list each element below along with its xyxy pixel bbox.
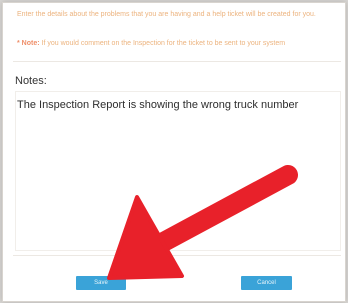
note-line: * Note: If you would comment on the Insp… [17,39,339,49]
instructions-text: Enter the details about the problems tha… [17,11,316,18]
help-ticket-dialog: Enter the details about the problems tha… [2,2,346,302]
cancel-button[interactable]: Cancel [241,276,292,290]
notes-textarea[interactable] [15,91,341,251]
top-divider [13,61,341,62]
save-button[interactable]: Save [76,276,126,290]
notes-value: The Inspection Report is showing the wro… [17,99,299,111]
notes-label: Notes: [15,75,47,87]
note-label: * Note: [17,40,40,47]
bottom-divider [13,255,341,256]
note-text: If you would comment on the Inspection f… [41,40,286,47]
